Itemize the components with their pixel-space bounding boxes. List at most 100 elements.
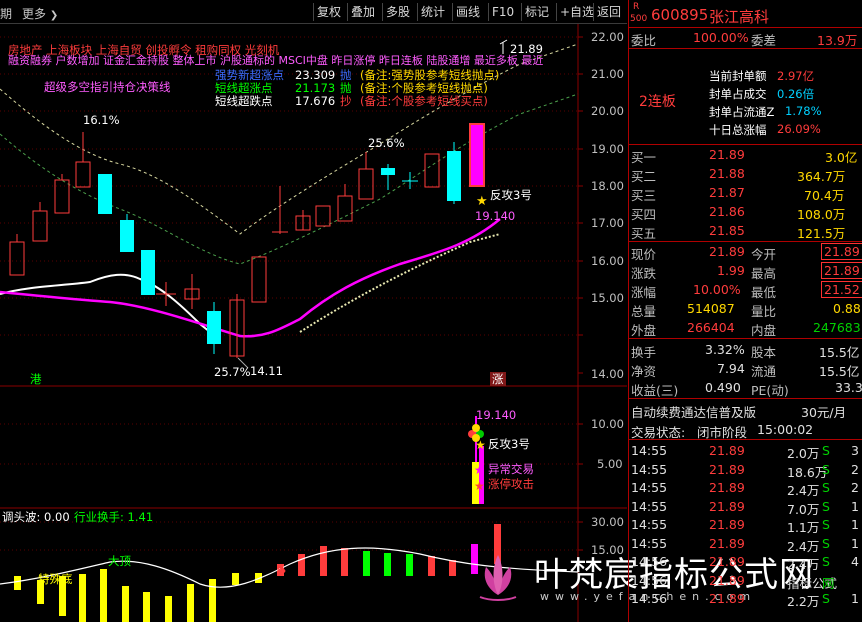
multi-stock-button[interactable]: 多股 — [382, 3, 413, 21]
indicator-drop-name: 短线超跌点 — [215, 94, 273, 108]
buy-row-5[interactable]: 买五 21.85 121.5万 — [629, 221, 862, 241]
big-top-label: 大顶 — [108, 554, 131, 568]
tick-t: 14:56 — [631, 591, 668, 606]
tick-t: 14:55 — [631, 443, 668, 458]
limit-up-badge: 涨 — [490, 372, 506, 386]
price-tick: 21.00 — [591, 67, 624, 81]
tick-p: 21.89 — [709, 572, 745, 588]
indicator-strong-rise-value: 23.309 — [295, 68, 336, 82]
volume-tick: 5.00 — [597, 457, 623, 471]
stat-row: 换手 3.32% 股本 15.5亿 — [631, 342, 860, 360]
indicator-rise-note: (备注:个股参考短线抛点) — [360, 81, 488, 95]
tick-t: 14:55 — [631, 461, 668, 477]
indicator-strong-rise-note: (备注:强势股参考短线抛点) — [360, 68, 500, 82]
tick-t: 14:56 — [631, 554, 668, 569]
restore-rights-button[interactable]: 复权 — [313, 3, 344, 21]
tick-t: 14:55 — [631, 498, 668, 514]
buy-row-3[interactable]: 买三 21.87 70.4万 — [629, 183, 862, 203]
stat-row: 总量 514087 量比 0.88 — [631, 301, 861, 319]
stock-name[interactable]: 张江高科 — [709, 6, 769, 27]
period-label[interactable]: 期 — [0, 5, 12, 22]
tick-n: 4 — [851, 554, 859, 569]
tick-p: 21.89 — [709, 498, 745, 514]
indicator-drop-tag: 抄 — [340, 94, 352, 108]
tick-row: 14:55 21.89 7.0万 S 1 — [629, 497, 862, 517]
chart-toolbar: 期 更多 ❯ 复权 叠加 多股 统计 画线 F10 标记 +自选 返回 — [0, 0, 627, 24]
tick-n: 1 — [851, 517, 859, 532]
svg-text:★: ★ — [476, 194, 488, 209]
hk-connect-badge: 港 — [30, 372, 42, 386]
osc-tick: 30.00 — [591, 515, 624, 529]
volume-attack-signal: 反攻3号 — [488, 437, 530, 451]
tick-s: S — [822, 498, 830, 514]
stock-header: R 500 600895 张江高科 — [629, 2, 862, 26]
tick-t: 14:55 — [631, 480, 668, 495]
tick-row: 14:56 21.89 2.4万 S 4 — [629, 552, 862, 572]
tick-n: 1 — [851, 498, 859, 514]
tick-p: 21.89 — [709, 443, 745, 458]
pct-label: 25.6% — [368, 136, 405, 150]
statistics-button[interactable]: 统计 — [417, 3, 448, 21]
tick-p: 21.89 — [709, 535, 745, 551]
mark-button[interactable]: 标记 — [521, 3, 552, 21]
indicator-rise-value: 21.173 — [295, 81, 336, 95]
magenta-line-value: 19.140 — [475, 209, 516, 223]
svg-text:★: ★ — [474, 479, 485, 493]
volume-tick: 10.00 — [591, 417, 624, 431]
lotus-logo-icon — [479, 555, 517, 601]
tick-row: 14:55 21.89 2.4万 S 1 — [629, 534, 862, 554]
stock-code[interactable]: 600895 — [651, 6, 708, 24]
candles — [9, 123, 485, 358]
tick-row: 14:55 21.89 18.6万 S 2 — [629, 460, 862, 480]
tick-t: 14:55 — [631, 535, 668, 551]
tick-s: S — [822, 461, 830, 477]
tick-v: 2.2万 — [787, 594, 820, 609]
svg-text:♣: ♣ — [276, 563, 287, 577]
add-watchlist-button[interactable]: +自选 — [556, 3, 597, 21]
price-tick: 19.00 — [591, 142, 624, 156]
tick-p: 21.89 — [709, 591, 745, 606]
tick-row: 14:55 21.89 2.0万 S 3 — [629, 441, 862, 461]
tick-s: S — [822, 443, 830, 458]
tick-s: S — [822, 591, 830, 606]
tick-n: 1 — [851, 591, 859, 606]
f10-button[interactable]: F10 — [488, 3, 517, 21]
buy-row-4[interactable]: 买四 21.86 108.0万 — [629, 202, 862, 222]
osc-turnover-title: 行业换手: 1.41 — [74, 510, 154, 524]
stat-row: 涨幅 10.00% 最低 21.52 — [629, 280, 862, 300]
decision-line-label: 超级多空指引持仓决策线 — [44, 80, 171, 94]
price-tick: 14.00 — [591, 367, 624, 381]
price-tick: 20.00 — [591, 104, 624, 118]
tick-row: 14:55 21.89 2.4万 S 2 — [629, 478, 862, 498]
svg-text:★: ★ — [475, 438, 486, 452]
order-ratio-row: 委比 100.00% 委差 13.9万 — [631, 30, 858, 48]
kline-chart[interactable]: ★ ★ ★ ★ ♣ 22.00 21.00 20.00 19.00 18.00 … — [0, 24, 627, 622]
stat-row: 外盘 266404 内盘 247683 — [631, 320, 861, 338]
fee-banner[interactable]: 自动续费通达信普及版 30元/月 — [629, 400, 862, 420]
tick-p: 21.89 — [709, 461, 745, 477]
stat-row: 现价 21.89 今开 21.89 — [629, 242, 862, 262]
consecutive-limit-badge: 2连板 — [639, 94, 676, 110]
more-menu[interactable]: 更多 ❯ — [22, 5, 58, 22]
pct-label: 25.7% — [214, 365, 251, 379]
low-price-label: 14.11 — [250, 364, 283, 378]
back-button[interactable]: 返回 — [593, 3, 624, 21]
tick-n: 3 — [851, 443, 859, 458]
overlay-button[interactable]: 叠加 — [347, 3, 378, 21]
indicator-drop-value: 17.676 — [295, 94, 336, 108]
tick-t: 14:55 — [631, 517, 668, 532]
indicator-rise-name: 短线超涨点 — [215, 81, 273, 95]
tick-s: S — [822, 480, 830, 495]
indicator-strong-rise-tag: 抛 — [340, 68, 352, 82]
chevron-right-icon: ❯ — [49, 10, 59, 21]
special-bottom-label: 特殊底 — [38, 572, 73, 586]
buy-row-2[interactable]: 买二 21.88 364.7万 — [629, 164, 862, 184]
high-price-label: 21.89 — [510, 42, 543, 56]
tick-p: 21.89 — [709, 517, 745, 532]
draw-line-button[interactable]: 画线 — [452, 3, 483, 21]
indicator-drop-note: (备注:个股参考短线买点) — [360, 94, 488, 108]
tick-p: 21.89 — [709, 554, 745, 569]
tick-n: 1 — [851, 535, 859, 551]
buy-row-1[interactable]: 买一 21.89 3.0亿 — [629, 145, 862, 165]
price-tick: 15.00 — [591, 291, 624, 305]
